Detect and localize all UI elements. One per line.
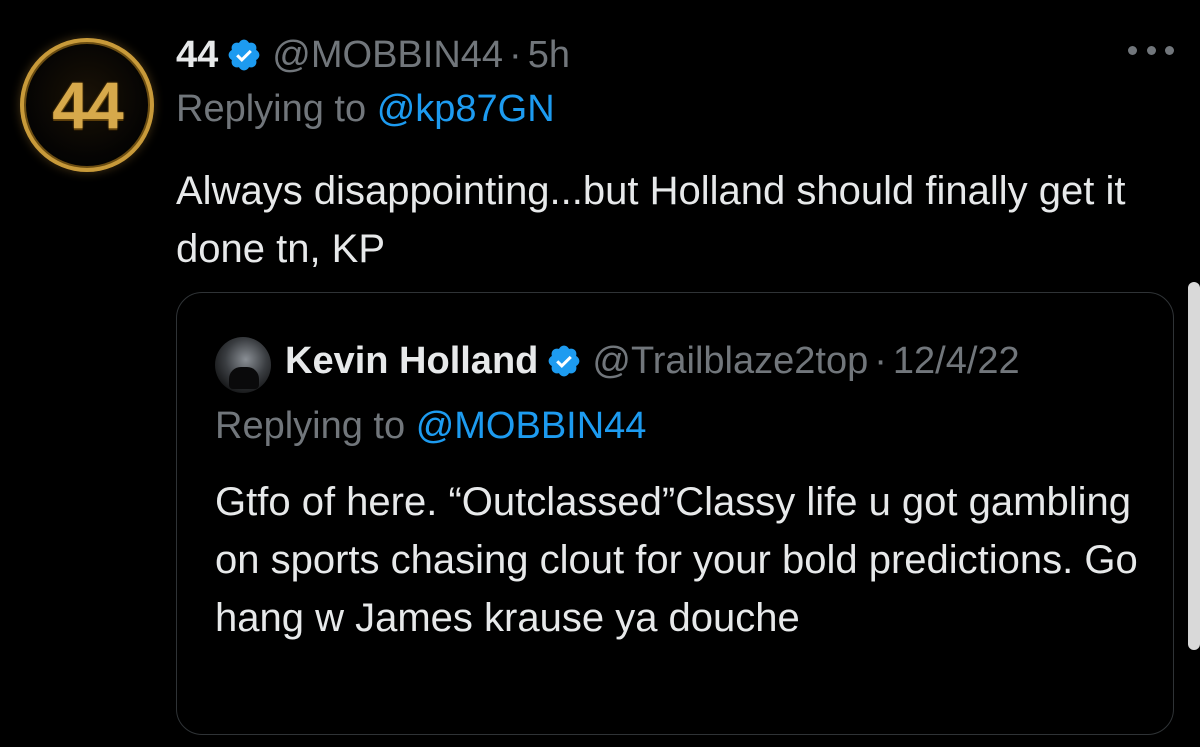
- dot: [1165, 45, 1174, 55]
- quoted-tweet-text: Gtfo of here. “Outclassed”Classy life u …: [215, 480, 1138, 640]
- tweet-text: Always disappointing...but Holland shoul…: [176, 169, 1126, 271]
- quoted-header: Kevin Holland @Trailblaze2top · 12/4/22: [285, 333, 1020, 389]
- tweet-header: 44 @MOBBIN44 · 5h: [176, 28, 570, 82]
- avatar[interactable]: 44: [20, 38, 154, 172]
- replying-to-label: Replying to: [176, 88, 367, 130]
- quoted-display-name[interactable]: Kevin Holland: [285, 340, 538, 383]
- quoted-handle[interactable]: @Trailblaze2top: [592, 340, 868, 383]
- replying-to-link[interactable]: @kp87GN: [377, 88, 555, 130]
- quoted-avatar[interactable]: [215, 337, 271, 393]
- quoted-replying-to-link[interactable]: @MOBBIN44: [416, 405, 647, 447]
- user-handle[interactable]: @MOBBIN44: [272, 34, 503, 77]
- quoted-date[interactable]: 12/4/22: [893, 340, 1020, 383]
- tweet-time[interactable]: 5h: [528, 34, 570, 77]
- dot: [1146, 45, 1156, 55]
- verified-badge-icon: [549, 345, 580, 377]
- quoted-replying-to-line: Replying to @MOBBIN44: [215, 405, 646, 448]
- verified-badge-icon: [228, 39, 260, 71]
- avatar-text: 44: [52, 68, 123, 142]
- dot: [1128, 45, 1137, 55]
- more-options-icon[interactable]: [1128, 42, 1174, 58]
- quoted-tweet[interactable]: Kevin Holland @Trailblaze2top · 12/4/22 …: [176, 292, 1174, 735]
- replying-to-line: Replying to @kp87GN: [176, 88, 555, 131]
- separator-dot: ·: [509, 33, 522, 76]
- separator-dot: ·: [874, 339, 887, 382]
- scrollbar[interactable]: [1188, 282, 1200, 650]
- quoted-replying-to-label: Replying to: [215, 405, 406, 447]
- display-name[interactable]: 44: [176, 34, 218, 77]
